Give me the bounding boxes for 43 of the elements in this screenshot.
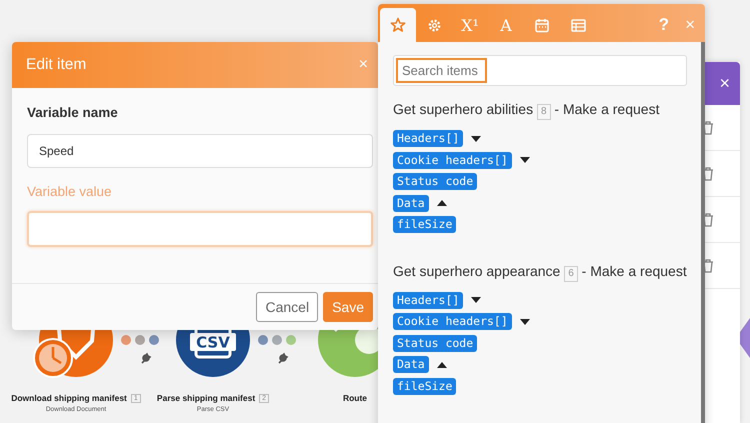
mapping-item[interactable]: Headers[] (393, 130, 464, 148)
table-icon (570, 18, 586, 32)
mapping-item[interactable]: Cookie headers[] (393, 152, 512, 169)
mapping-item[interactable]: Status code (393, 334, 478, 352)
mapping-item[interactable]: Status code (393, 173, 478, 190)
cancel-button[interactable]: Cancel (256, 292, 318, 322)
mapping-item[interactable]: Data (393, 194, 429, 212)
expand-caret-icon[interactable] (520, 157, 530, 164)
mapping-item[interactable]: Data (393, 356, 429, 374)
dialog-title: Edit item (26, 56, 86, 74)
field-label: Variable name (27, 105, 119, 120)
expand-caret-icon[interactable] (471, 297, 482, 304)
gear-icon (426, 18, 442, 32)
mapping-item[interactable]: fileSize (393, 378, 456, 395)
trash-icon[interactable] (702, 120, 714, 134)
module-title: Download shipping manifest (11, 393, 127, 403)
mapping-item[interactable]: fileSize (393, 216, 456, 234)
wrench-icon[interactable] (140, 352, 152, 364)
field-label: Variable value (27, 184, 113, 199)
expand-caret-icon[interactable] (471, 136, 482, 142)
trash-icon[interactable] (702, 258, 714, 272)
math-tab[interactable]: X¹ (452, 8, 488, 42)
save-button[interactable]: Save (323, 292, 373, 322)
wrench-icon[interactable] (277, 352, 289, 364)
trash-icon[interactable] (702, 212, 714, 226)
collapse-caret-icon[interactable] (436, 200, 447, 206)
trash-icon[interactable] (702, 166, 714, 180)
text-tab[interactable]: A (488, 8, 524, 42)
star-tab[interactable] (380, 8, 416, 42)
module-heading: Get superhero appearance 6 - Make a request (393, 262, 687, 282)
star-icon (390, 17, 406, 33)
module-heading: Get superhero abilities 8 - Make a request (393, 100, 687, 120)
mapping-item[interactable]: Cookie headers[] (393, 313, 512, 330)
input-field[interactable]: Speed (27, 134, 373, 168)
module-title: Parse shipping manifest (156, 393, 256, 403)
input-field[interactable] (27, 211, 373, 247)
collapse-caret-icon[interactable] (436, 362, 447, 368)
search-field[interactable]: Search items (396, 58, 487, 83)
mapping-item[interactable]: Headers[] (393, 292, 464, 309)
calendar-icon (535, 18, 549, 32)
expand-caret-icon[interactable] (520, 318, 530, 325)
module-title: Route (342, 393, 368, 403)
close-button[interactable]: × (719, 73, 730, 94)
